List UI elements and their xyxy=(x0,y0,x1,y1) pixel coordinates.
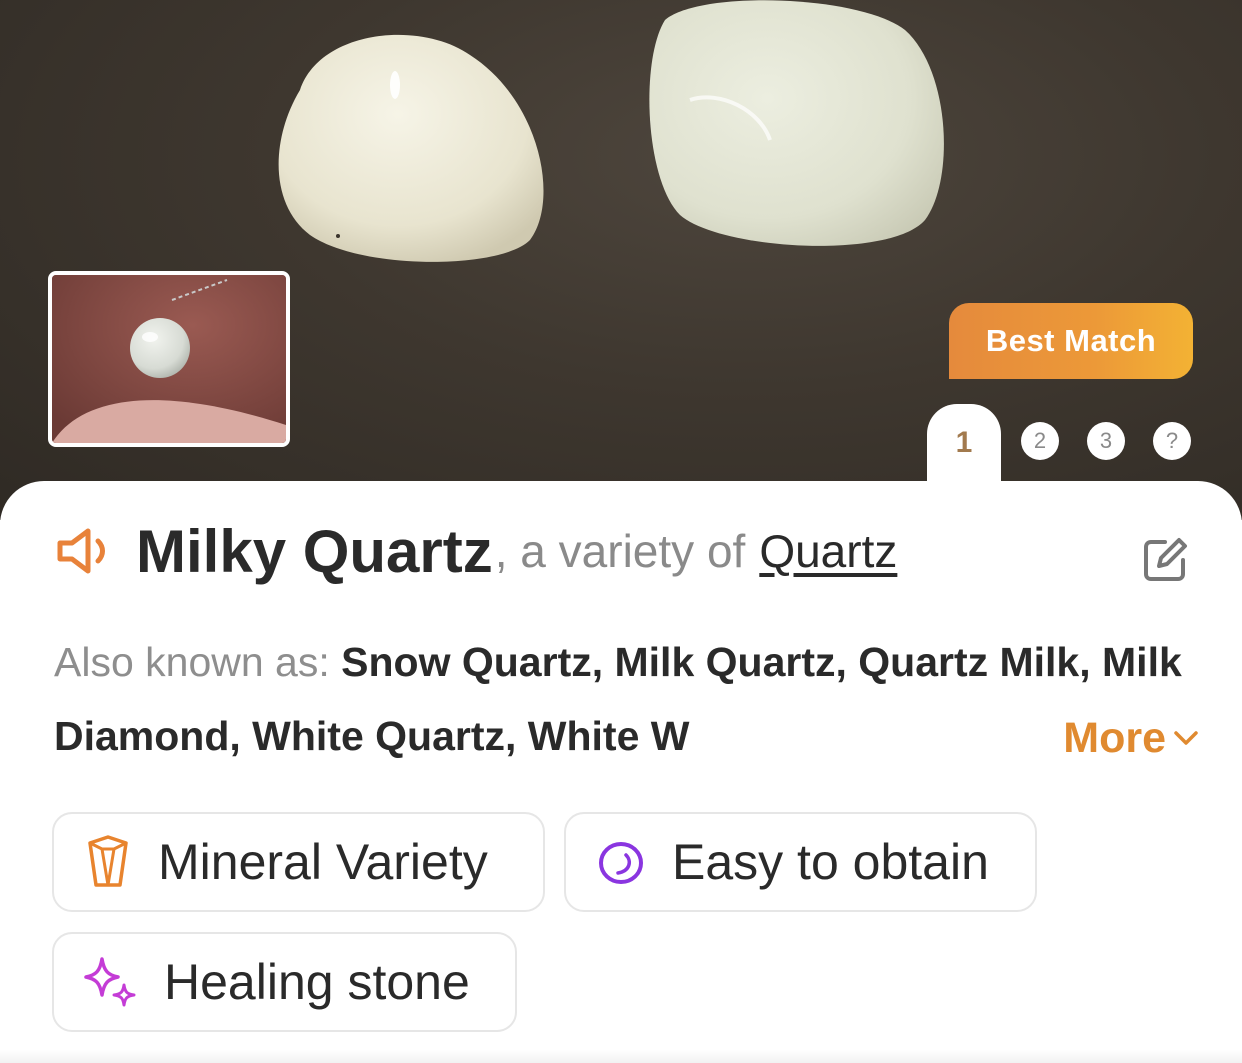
tag-mineral-variety[interactable]: Mineral Variety xyxy=(52,812,545,912)
best-match-badge: Best Match xyxy=(949,303,1193,379)
best-match-label: Best Match xyxy=(985,323,1157,358)
tag-label: Healing stone xyxy=(164,954,470,1010)
result-tab-3[interactable]: 3 xyxy=(1087,422,1125,460)
tag-label: Mineral Variety xyxy=(158,834,488,890)
parent-mineral-link[interactable]: Quartz xyxy=(759,524,897,578)
bottom-fade xyxy=(0,1050,1242,1063)
aka-label: Also known as: xyxy=(54,639,330,685)
result-tab-1[interactable]: 1 xyxy=(927,404,1001,494)
result-tab-unknown-label: ? xyxy=(1165,428,1179,453)
tag-easy-to-obtain[interactable]: Easy to obtain xyxy=(564,812,1037,912)
title-row: Milky Quartz , a variety of Quartz xyxy=(54,516,897,586)
more-label: More xyxy=(1063,713,1166,762)
crystal-icon xyxy=(88,835,128,887)
result-tab-unknown[interactable]: ? xyxy=(1153,422,1191,460)
stone-name: Milky Quartz xyxy=(136,517,493,585)
pendant-photo xyxy=(52,275,286,443)
result-tab-1-label: 1 xyxy=(955,426,973,459)
speaker-icon[interactable] xyxy=(54,525,118,577)
more-button[interactable]: More xyxy=(1000,703,1200,773)
user-photo-thumbnail[interactable] xyxy=(48,271,290,447)
result-tab-2[interactable]: 2 xyxy=(1021,422,1059,460)
tag-healing-stone[interactable]: Healing stone xyxy=(52,932,517,1032)
chevron-down-icon xyxy=(1174,731,1198,745)
result-tab-3-label: 3 xyxy=(1099,428,1113,453)
tag-label: Easy to obtain xyxy=(672,834,989,890)
sparkle-icon xyxy=(84,957,136,1007)
stone-ring-icon xyxy=(599,842,643,884)
variety-text: , a variety of xyxy=(494,525,746,577)
result-tab-2-label: 2 xyxy=(1033,428,1047,453)
edit-icon[interactable] xyxy=(1141,536,1189,584)
